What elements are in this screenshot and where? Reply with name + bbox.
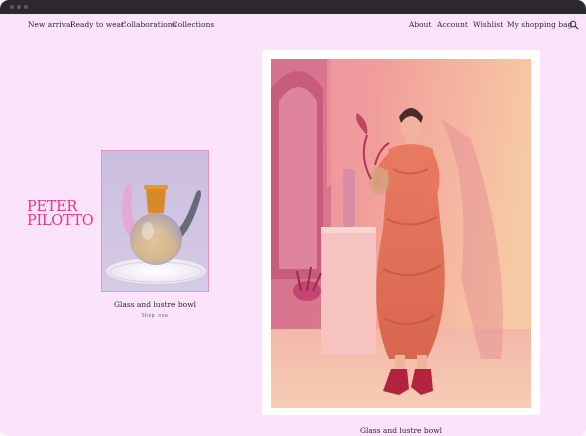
nav-account[interactable]: Account (437, 20, 468, 29)
product-image[interactable] (101, 150, 209, 292)
nav-ready-to-wear[interactable]: Ready to wear (70, 20, 125, 29)
nav-wishlist[interactable]: Wishlist (473, 20, 503, 29)
minimize-dot-icon[interactable] (17, 5, 21, 9)
nav-about[interactable]: About (409, 20, 432, 29)
feature-image[interactable] (271, 59, 531, 408)
close-dot-icon[interactable] (10, 5, 14, 9)
window-titlebar (0, 0, 586, 14)
nav-collaborations[interactable]: Collaborations (121, 20, 176, 29)
nav-shopping-bag[interactable]: My shopping bag (507, 20, 572, 29)
brand-logo-line-2: PILOTTO (27, 212, 94, 229)
nav-new-arrival[interactable]: New arrival (28, 20, 73, 29)
top-navigation: New arrival Ready to wear Collaborations… (0, 14, 586, 36)
model-editorial-illustration (271, 59, 531, 408)
product-title[interactable]: Glass and lustre bowl (101, 300, 209, 309)
nav-collections[interactable]: Collections (172, 20, 214, 29)
maximize-dot-icon[interactable] (24, 5, 28, 9)
shop-now-link[interactable]: Shop now (101, 313, 209, 319)
brand-logo[interactable]: PETER PILOTTO (27, 200, 109, 229)
feature-caption[interactable]: Glass and lustre bowl (262, 426, 540, 435)
browser-window: New arrival Ready to wear Collaborations… (0, 0, 586, 436)
search-icon[interactable] (569, 20, 579, 30)
glass-vase-illustration (102, 151, 208, 291)
